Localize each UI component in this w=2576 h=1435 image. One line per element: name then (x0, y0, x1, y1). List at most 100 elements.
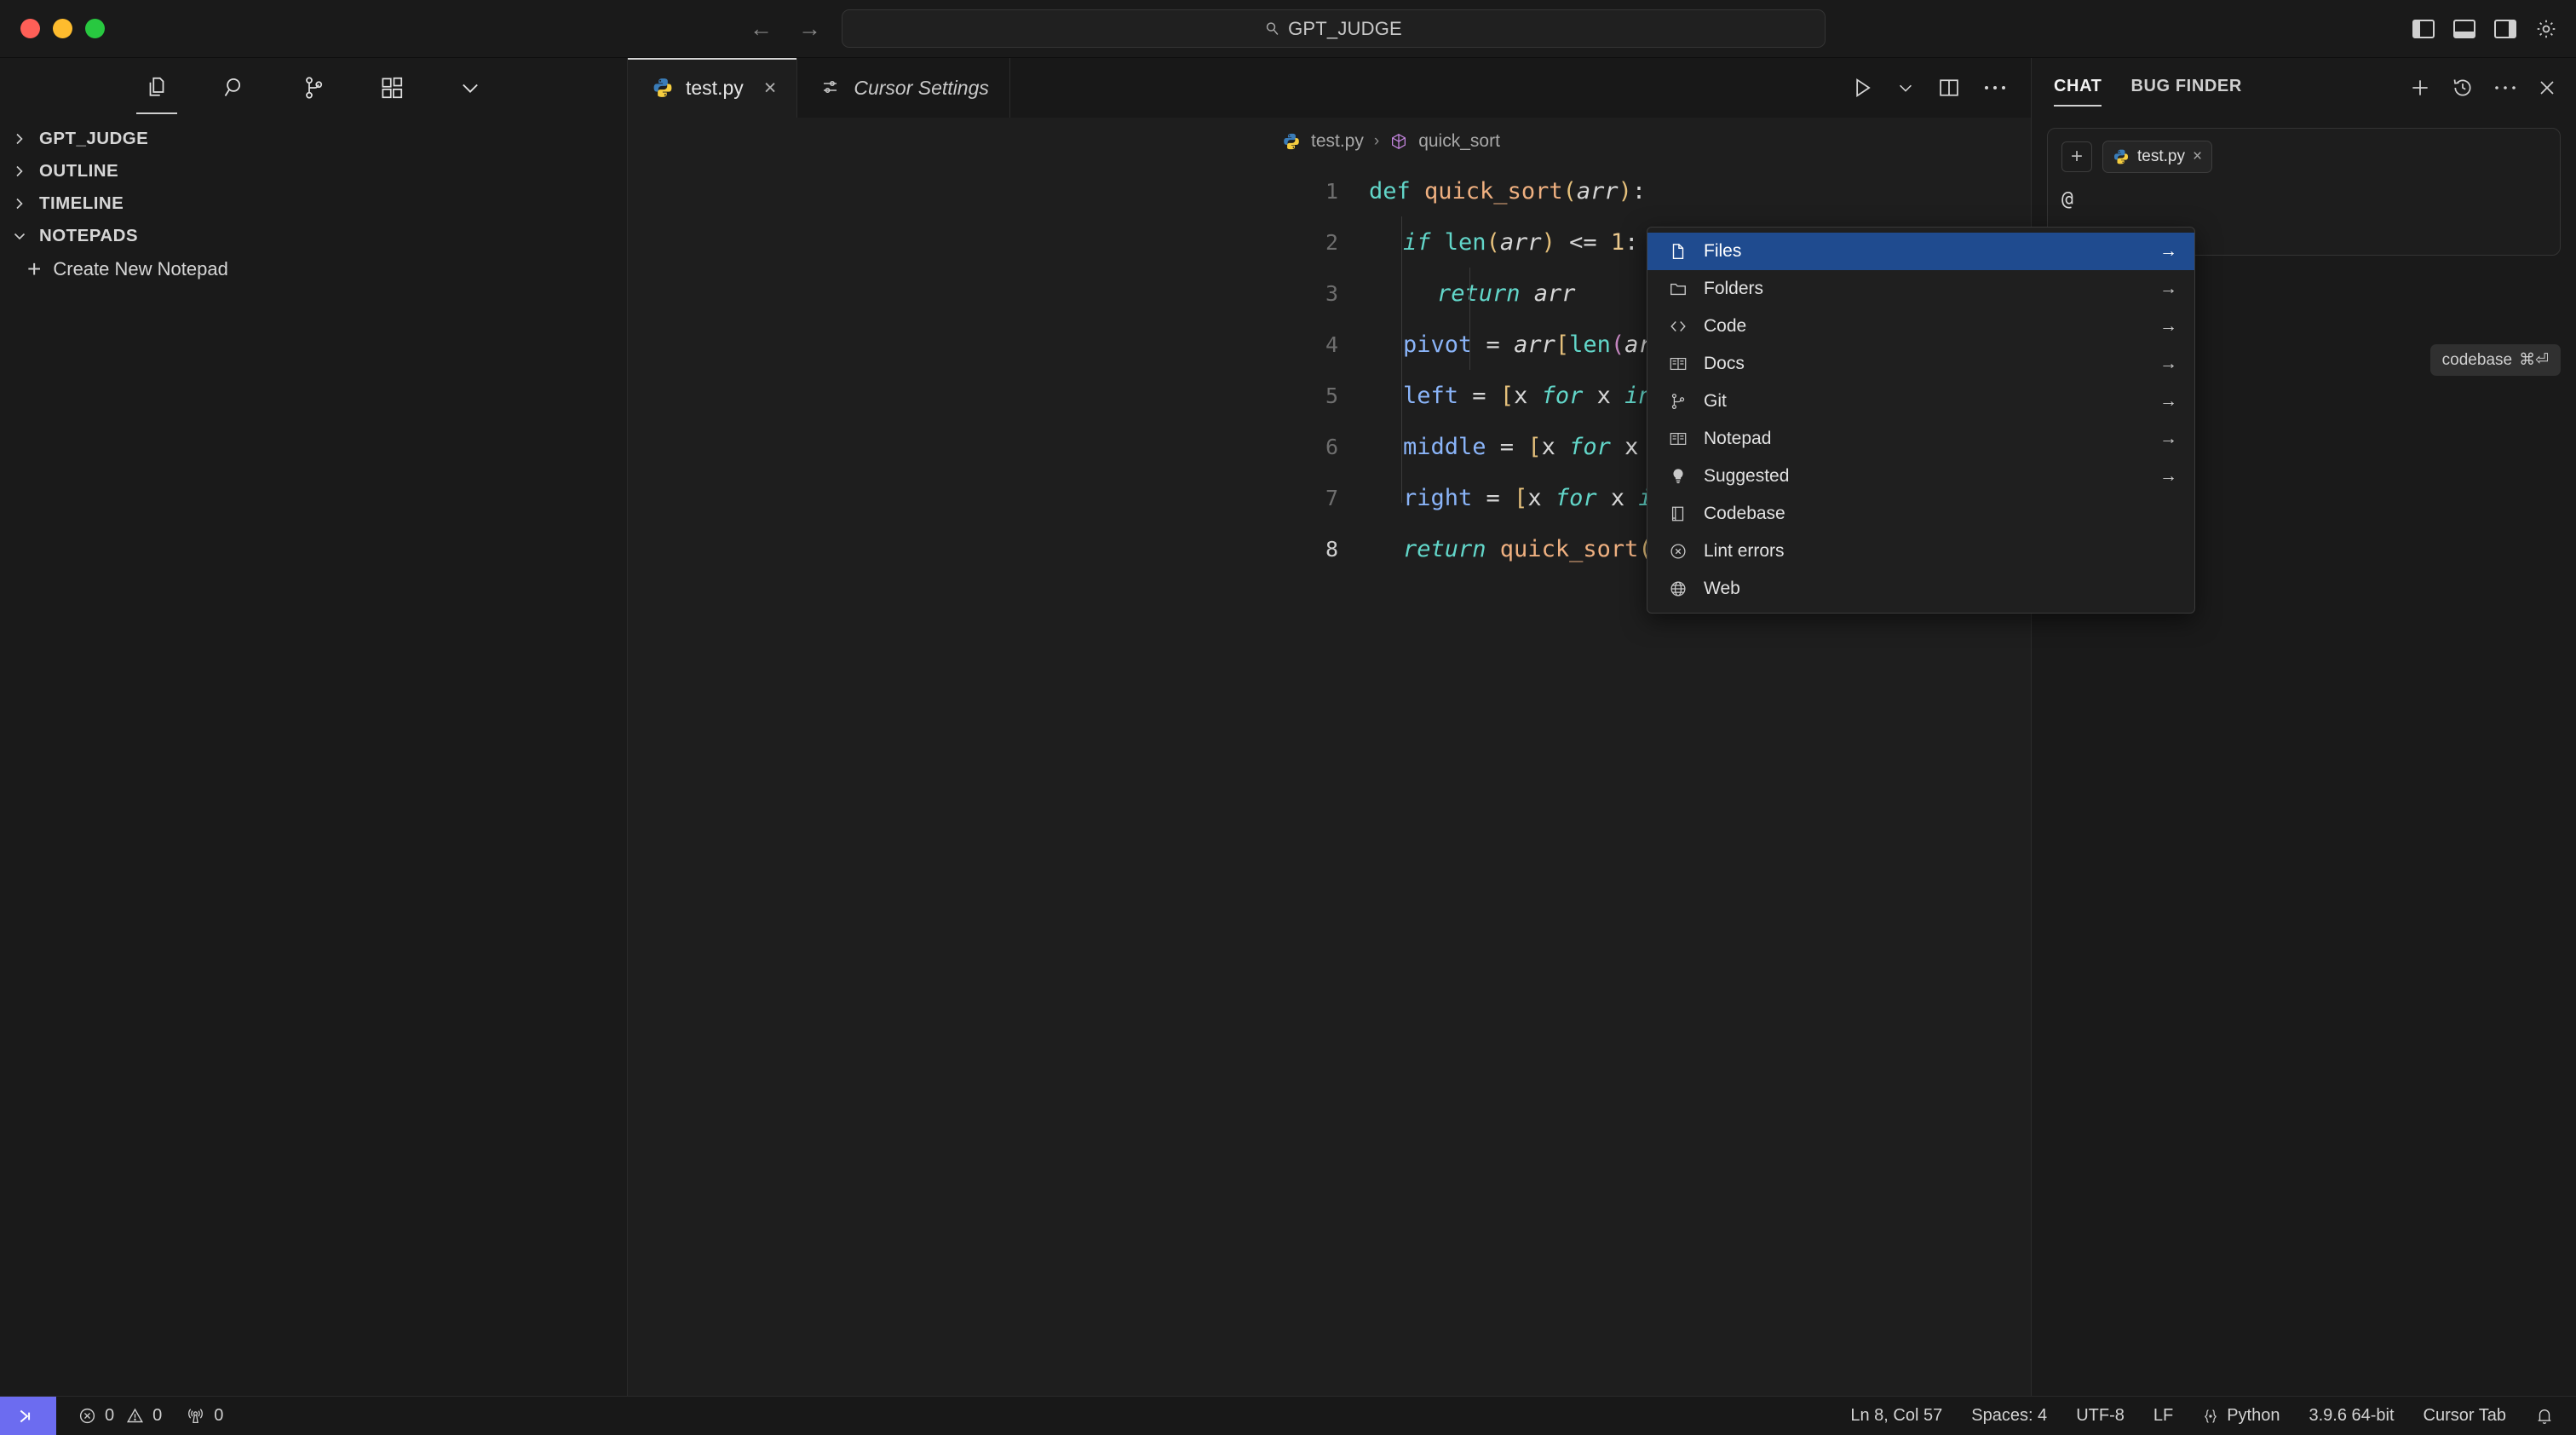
at-menu-item-files[interactable]: Files → (1647, 233, 2194, 270)
forward-arrow-icon[interactable]: → (798, 17, 821, 40)
code-token: left (1403, 382, 1459, 409)
code-token: x (1514, 382, 1542, 409)
activity-bar (0, 58, 627, 114)
code-token: ) (1541, 228, 1555, 256)
code-token: pivot (1403, 331, 1473, 358)
sidebar-item-explorer[interactable] (136, 71, 177, 114)
line-number: 8 (1325, 536, 1338, 562)
primary-sidebar: GPT_JUDGE OUTLINE TIMELINE NOTEPADS + Cr… (0, 58, 628, 1396)
breadcrumb-symbol[interactable]: quick_sort (1418, 131, 1500, 152)
at-menu-item-codebase[interactable]: Codebase (1647, 495, 2194, 533)
at-menu-item-folders[interactable]: Folders → (1647, 270, 2194, 308)
toggle-left-panel-icon[interactable] (2412, 19, 2435, 38)
run-icon[interactable] (1850, 76, 1874, 100)
problems-warnings[interactable]: 0 (126, 1406, 162, 1426)
more-actions-icon[interactable] (1983, 84, 2007, 92)
sidebar-item-extensions[interactable] (375, 71, 409, 105)
sidebar-item-source-control[interactable] (296, 71, 331, 105)
code-token: arr (1576, 177, 1619, 205)
language-mode[interactable]: Python (2202, 1406, 2280, 1426)
context-chip-test-py[interactable]: test.py × (2102, 141, 2213, 173)
indent-guide (1469, 268, 1470, 370)
at-mention-menu[interactable]: Files → Folders → Code → Docs → Git → Notepad → Sugg… (1647, 227, 2195, 614)
cursor-position[interactable]: Ln 8, Col 57 (1850, 1406, 1942, 1426)
error-count: 0 (105, 1406, 115, 1425)
toggle-right-panel-icon[interactable] (2494, 19, 2516, 38)
submenu-arrow-icon: → (2159, 354, 2177, 373)
sidebar-item-search[interactable] (218, 71, 252, 105)
chevron-down-icon (12, 228, 27, 244)
minimize-window-button[interactable] (53, 19, 72, 38)
more-options-icon[interactable] (2494, 84, 2516, 91)
git-icon (1668, 392, 1688, 411)
code-line-content: return arr (1369, 280, 1576, 307)
new-chat-plus-icon[interactable] (2409, 77, 2431, 99)
sidebar-more-views-button[interactable] (453, 71, 487, 105)
error-circle-icon (79, 1408, 95, 1424)
create-new-notepad-button[interactable]: + Create New Notepad (0, 252, 627, 286)
bell-icon[interactable] (2535, 1406, 2554, 1426)
code-token: = (1472, 484, 1515, 511)
close-icon[interactable]: × (2193, 147, 2202, 166)
code-token: [ (1514, 484, 1528, 511)
plus-icon: + (27, 256, 42, 282)
chevron-down-icon[interactable] (1896, 78, 1915, 97)
problems-errors[interactable]: 0 (78, 1406, 114, 1426)
extensions-icon (382, 77, 403, 99)
submenu-arrow-icon: → (2159, 429, 2177, 448)
at-menu-item-web[interactable]: Web (1647, 570, 2194, 608)
split-editor-icon[interactable] (1937, 76, 1961, 100)
ports-forwarded[interactable]: 0 (186, 1406, 223, 1426)
code-token: if (1403, 228, 1445, 256)
at-menu-item-label: Suggested (1704, 466, 1790, 486)
sidebar-section-notepads[interactable]: NOTEPADS (0, 220, 627, 252)
line-number: 6 (1325, 434, 1338, 459)
file-icon (1668, 242, 1688, 261)
close-icon[interactable]: × (764, 77, 777, 99)
tab-cursor-settings[interactable]: Cursor Settings (797, 58, 1010, 118)
code-line[interactable]: 1 def quick_sort(arr): (628, 165, 2031, 216)
search-icon (1266, 22, 1279, 35)
eol[interactable]: LF (2153, 1406, 2173, 1426)
sidebar-section-gpt-judge[interactable]: GPT_JUDGE (0, 123, 627, 155)
settings-gear-icon[interactable] (2535, 18, 2557, 40)
add-context-button[interactable]: + (2061, 141, 2092, 172)
python-icon (1284, 133, 1299, 150)
ports-count: 0 (214, 1406, 224, 1425)
history-icon[interactable] (2452, 77, 2474, 99)
tab-bug-finder[interactable]: BUG FINDER (2130, 77, 2241, 100)
code-token: ) (1618, 177, 1632, 205)
chat-message-input[interactable]: @ (2061, 188, 2546, 210)
editor-tab-bar: test.py × Cursor Settings (628, 58, 2031, 118)
indentation[interactable]: Spaces: 4 (1971, 1406, 2047, 1426)
maximize-window-button[interactable] (85, 19, 105, 38)
at-menu-item-code[interactable]: Code → (1647, 308, 2194, 345)
code-token: return (1437, 280, 1534, 307)
close-window-button[interactable] (20, 19, 40, 38)
toggle-bottom-panel-icon[interactable] (2453, 19, 2475, 38)
encoding[interactable]: UTF-8 (2076, 1406, 2125, 1426)
remote-window-button[interactable] (0, 1396, 56, 1435)
back-arrow-icon[interactable]: ← (750, 17, 773, 40)
at-menu-item-git[interactable]: Git → (1647, 383, 2194, 420)
tab-chat[interactable]: CHAT (2054, 77, 2102, 107)
code-token: for (1555, 484, 1611, 511)
at-menu-item-docs[interactable]: Docs → (1647, 345, 2194, 383)
sidebar-section-outline[interactable]: OUTLINE (0, 155, 627, 187)
at-menu-item-notepad[interactable]: Notepad → (1647, 420, 2194, 458)
cursor-tab[interactable]: Cursor Tab (2424, 1406, 2506, 1426)
sidebar-section-timeline[interactable]: TIMELINE (0, 187, 627, 220)
python-interpreter[interactable]: 3.9.6 64-bit (2309, 1406, 2394, 1426)
command-search-bar[interactable]: GPT_JUDGE (842, 9, 1826, 48)
codebase-badge-label: codebase (2441, 350, 2513, 369)
symbol-method-icon (1392, 134, 1406, 149)
at-menu-item-suggested[interactable]: Suggested → (1647, 458, 2194, 495)
at-menu-item-lint-errors[interactable]: Lint errors (1647, 533, 2194, 570)
close-panel-icon[interactable] (2537, 78, 2557, 98)
tab-test-py[interactable]: test.py × (628, 58, 798, 118)
workspace-name-label: GPT_JUDGE (1288, 17, 1402, 39)
line-number: 2 (1325, 229, 1338, 255)
sidebar-section-label: OUTLINE (39, 161, 119, 181)
code-token: arr (1499, 228, 1542, 256)
breadcrumb-file[interactable]: test.py (1311, 131, 1364, 152)
